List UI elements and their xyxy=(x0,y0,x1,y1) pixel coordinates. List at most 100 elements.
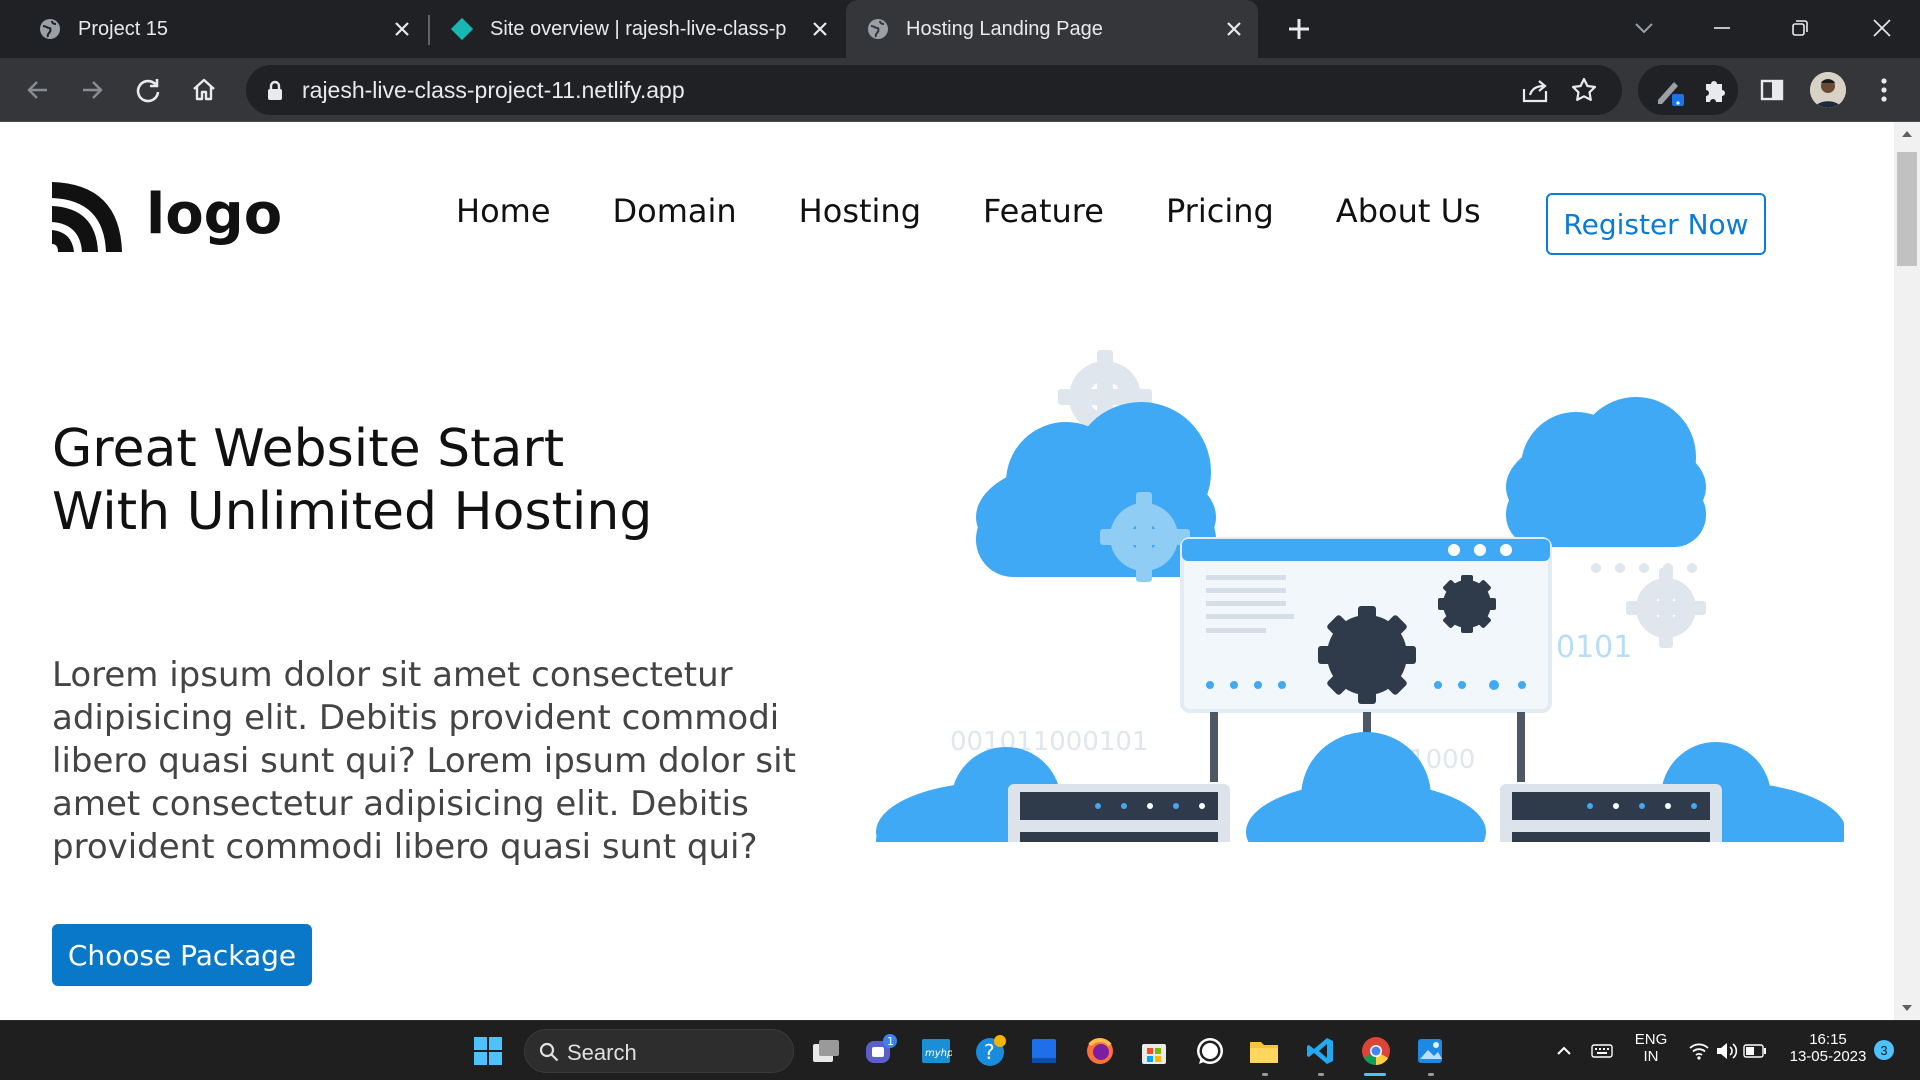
nav-home[interactable]: Home xyxy=(456,192,551,230)
gear-icon xyxy=(1438,575,1496,633)
volume-icon[interactable] xyxy=(1712,1031,1742,1071)
task-view-icon[interactable] xyxy=(806,1031,846,1071)
address-bar[interactable]: rajesh-live-class-project-11.netlify.app xyxy=(246,65,1622,115)
netlify-icon xyxy=(450,17,474,41)
browser-window-graphic xyxy=(1180,537,1552,713)
scroll-up-icon[interactable] xyxy=(1901,130,1913,138)
hosting-illustration: 0101 001011000101 011000 xyxy=(876,350,1844,842)
server-rack-graphic xyxy=(1008,784,1230,842)
clock-time: 16:15 xyxy=(1809,1031,1847,1048)
taskbar-search[interactable]: Search xyxy=(524,1029,794,1073)
show-hidden-icons-chevron[interactable] xyxy=(1552,1031,1576,1071)
tab-project-15[interactable]: Project 15 xyxy=(0,0,428,58)
search-label: Search xyxy=(567,1040,637,1065)
scrollbar-thumb[interactable] xyxy=(1897,152,1917,266)
nav-about-us[interactable]: About Us xyxy=(1336,192,1481,230)
notification-badge[interactable]: 3 xyxy=(1874,1040,1894,1060)
rss-logo-icon xyxy=(52,182,122,252)
main-nav: Home Domain Hosting Feature Pricing Abou… xyxy=(456,192,1543,230)
forward-icon[interactable] xyxy=(76,74,108,106)
extensions-puzzle-icon[interactable] xyxy=(1700,76,1728,108)
scroll-down-icon[interactable] xyxy=(1901,1004,1913,1012)
binary-text: 0101 xyxy=(1556,630,1632,665)
running-indicator xyxy=(1318,1073,1324,1076)
gear-icon xyxy=(1626,568,1706,648)
profile-avatar[interactable] xyxy=(1810,72,1846,108)
extensions-pill xyxy=(1638,65,1738,115)
windows-start-icon[interactable] xyxy=(468,1031,508,1071)
home-icon[interactable] xyxy=(188,74,220,106)
back-icon[interactable] xyxy=(22,74,54,106)
web-page: logo Home Domain Hosting Feature Pricing… xyxy=(0,122,1894,1020)
minimize-icon[interactable] xyxy=(1702,10,1742,46)
chrome-icon[interactable] xyxy=(1356,1031,1396,1071)
svg-text:1: 1 xyxy=(887,1035,894,1048)
help-icon[interactable]: ? xyxy=(970,1031,1010,1071)
tab-site-overview[interactable]: Site overview | rajesh-live-class-p xyxy=(432,0,842,58)
tab-hosting-landing-page[interactable]: Hosting Landing Page xyxy=(846,0,1258,58)
pen-extension-icon[interactable] xyxy=(1654,76,1688,110)
blue-app-icon[interactable] xyxy=(1024,1031,1064,1071)
globe-icon xyxy=(866,17,890,41)
gear-icon xyxy=(1318,606,1416,704)
hero-text: Lorem ipsum dolor sit amet consectetur a… xyxy=(52,655,796,867)
svg-text:myhp: myhp xyxy=(925,1048,952,1059)
browser-toolbar: rajesh-live-class-project-11.netlify.app xyxy=(0,58,1920,122)
tab-strip: Project 15 Site overview | rajesh-live-c… xyxy=(0,0,1920,58)
nav-hosting[interactable]: Hosting xyxy=(799,192,921,230)
reload-icon[interactable] xyxy=(132,74,164,106)
close-tab-icon[interactable] xyxy=(808,17,832,41)
lock-icon[interactable] xyxy=(266,80,284,106)
close-window-icon[interactable] xyxy=(1862,10,1902,46)
close-tab-icon[interactable] xyxy=(390,17,414,41)
site-logo[interactable]: logo xyxy=(50,180,282,254)
nav-pricing[interactable]: Pricing xyxy=(1166,192,1274,230)
side-panel-icon[interactable] xyxy=(1756,74,1788,106)
search-icon xyxy=(539,1042,559,1062)
logo-text: logo xyxy=(146,181,283,247)
photos-icon[interactable] xyxy=(1410,1031,1450,1071)
running-indicator xyxy=(1262,1073,1268,1076)
binary-text: 001011000101 xyxy=(950,727,1149,757)
microsoft-store-icon[interactable] xyxy=(1134,1031,1174,1071)
menu-kebab-icon[interactable] xyxy=(1868,74,1900,106)
hero-title: Great Website Start With Unlimited Hosti… xyxy=(52,419,653,542)
tab-search-icon[interactable] xyxy=(1624,10,1664,46)
restore-icon[interactable] xyxy=(1780,10,1820,46)
globe-icon xyxy=(38,17,62,41)
server-rack-graphic xyxy=(1500,784,1722,842)
share-icon[interactable] xyxy=(1520,77,1550,109)
bookmark-star-icon[interactable] xyxy=(1570,76,1598,108)
cloud-shape xyxy=(1506,397,1706,547)
teams-chat-icon[interactable]: 1 xyxy=(860,1031,900,1071)
nav-domain[interactable]: Domain xyxy=(613,192,737,230)
new-tab-button[interactable] xyxy=(1284,14,1314,44)
clock-date: 13-05-2023 xyxy=(1789,1048,1867,1065)
nav-feature[interactable]: Feature xyxy=(983,192,1104,230)
firefox-icon[interactable] xyxy=(1080,1031,1120,1071)
language-indicator[interactable]: ENG IN xyxy=(1630,1031,1672,1065)
page-scrollbar[interactable] xyxy=(1894,122,1920,1020)
running-indicator xyxy=(1428,1073,1434,1076)
url-text[interactable]: rajesh-live-class-project-11.netlify.app xyxy=(302,77,685,104)
tab-title: Site overview | rajesh-live-class-p xyxy=(490,17,787,40)
file-explorer-icon[interactable] xyxy=(1244,1031,1284,1071)
vscode-icon[interactable] xyxy=(1300,1031,1340,1071)
language-code: ENG xyxy=(1634,1031,1668,1048)
wifi-icon[interactable] xyxy=(1684,1031,1714,1071)
myhp-icon[interactable]: myhp xyxy=(916,1031,956,1071)
tab-separator xyxy=(428,15,430,45)
register-now-button[interactable]: Register Now xyxy=(1546,193,1766,255)
keyboard-icon[interactable] xyxy=(1588,1031,1616,1071)
active-indicator xyxy=(1364,1073,1386,1076)
windows-taskbar: Search 1 myhp ? ENG IN 16:15 13-05-2023 … xyxy=(0,1020,1920,1080)
region-code: IN xyxy=(1643,1048,1659,1065)
tab-title: Hosting Landing Page xyxy=(906,17,1103,40)
tab-title: Project 15 xyxy=(78,17,169,40)
choose-package-button[interactable]: Choose Package xyxy=(52,924,312,986)
close-tab-icon[interactable] xyxy=(1222,17,1246,41)
clock[interactable]: 16:15 13-05-2023 xyxy=(1782,1031,1874,1065)
svg-text:?: ? xyxy=(984,1040,995,1064)
whatsapp-icon[interactable] xyxy=(1190,1031,1230,1071)
battery-icon[interactable] xyxy=(1740,1031,1770,1071)
